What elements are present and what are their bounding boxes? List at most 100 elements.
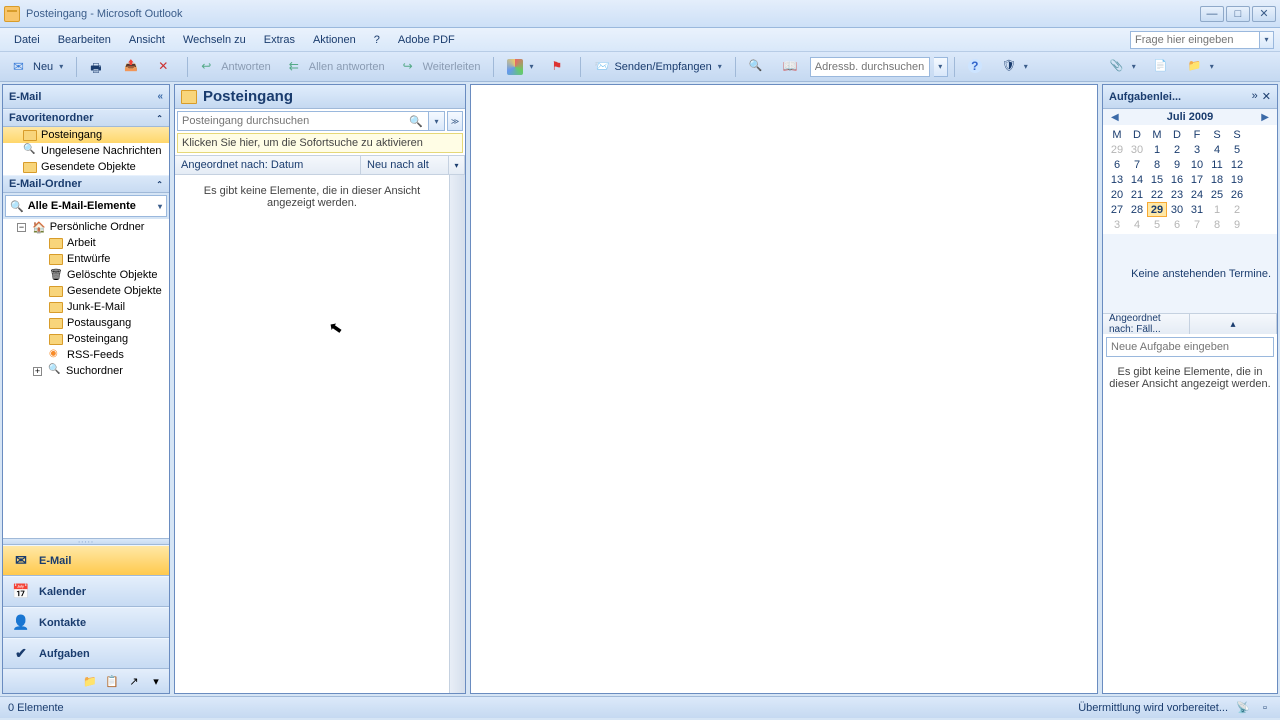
calendar-day[interactable]: 8 <box>1147 157 1167 172</box>
calendar-day[interactable]: 20 <box>1107 187 1127 202</box>
calendar-day[interactable]: 28 <box>1127 202 1147 217</box>
calendar-day[interactable]: 21 <box>1127 187 1147 202</box>
calendar-day[interactable]: 29 <box>1147 202 1167 217</box>
calendar-day[interactable]: 12 <box>1227 157 1247 172</box>
calendar-day[interactable]: 15 <box>1147 172 1167 187</box>
calendar-day[interactable]: 5 <box>1147 217 1167 232</box>
calendar-day[interactable]: 2 <box>1227 202 1247 217</box>
calendar-day[interactable]: 31 <box>1187 202 1207 217</box>
delete-button[interactable] <box>151 56 181 78</box>
calendar-day[interactable]: 3 <box>1187 142 1207 157</box>
menu-help[interactable]: ? <box>366 32 388 48</box>
search-scope-dropdown[interactable]: ▾ <box>429 111 445 131</box>
address-search-input[interactable] <box>810 57 930 77</box>
instant-search-banner[interactable]: Klicken Sie hier, um die Sofortsuche zu … <box>177 133 463 153</box>
next-month-button[interactable]: ▶ <box>1261 112 1269 123</box>
calendar-day[interactable]: 24 <box>1187 187 1207 202</box>
reply-all-button[interactable]: Allen antworten <box>282 56 392 78</box>
nav-mail-button[interactable]: ✉E-Mail <box>3 545 169 576</box>
calendar-day[interactable]: 1 <box>1207 202 1227 217</box>
help-button[interactable] <box>961 56 991 78</box>
menu-file[interactable]: Datei <box>6 32 48 48</box>
collapse-nav-button[interactable]: « <box>157 91 163 102</box>
folder-drafts[interactable]: Entwürfe <box>3 251 169 267</box>
calendar-day[interactable]: 10 <box>1187 157 1207 172</box>
menu-edit[interactable]: Bearbeiten <box>50 32 119 48</box>
forward-button[interactable]: Weiterleiten <box>396 56 488 78</box>
favorite-inbox[interactable]: Posteingang <box>3 127 169 143</box>
calendar-day[interactable]: 17 <box>1187 172 1207 187</box>
search-box[interactable]: 🔍 <box>177 111 429 131</box>
nav-splitter[interactable]: ∙∙∙∙∙ <box>3 538 169 545</box>
calendar-day[interactable]: 18 <box>1207 172 1227 187</box>
scrollbar[interactable] <box>449 175 465 693</box>
folder-rss[interactable]: RSS-Feeds <box>3 347 169 363</box>
move-button[interactable] <box>117 56 147 78</box>
todo-minimize-button[interactable]: » <box>1252 90 1258 103</box>
calendar-day[interactable]: 23 <box>1167 187 1187 202</box>
tree-expander[interactable]: + <box>33 367 42 376</box>
todo-close-button[interactable]: ✕ <box>1262 90 1271 103</box>
notes-shortcut[interactable]: 📁 <box>81 672 99 690</box>
sort-order-button[interactable]: Neu nach alt <box>361 156 449 174</box>
task-sort-options[interactable]: ▴ <box>1190 314 1277 334</box>
pdf-attach-button[interactable]: 📎▾ <box>1103 56 1143 78</box>
search-options-button[interactable]: ≫ <box>447 111 463 131</box>
task-sort-button[interactable]: Angeordnet nach: Fäll... <box>1103 314 1190 334</box>
calendar-day[interactable]: 6 <box>1107 157 1127 172</box>
favorite-sent[interactable]: Gesendete Objekte <box>3 159 169 175</box>
nav-contacts-button[interactable]: 👤Kontakte <box>3 607 169 638</box>
junk-button[interactable]: 🛡▾ <box>995 56 1035 78</box>
folder-work[interactable]: Arbeit <box>3 235 169 251</box>
calendar-day[interactable]: 7 <box>1187 217 1207 232</box>
calendar-day[interactable]: 19 <box>1227 172 1247 187</box>
calendar-day[interactable]: 6 <box>1167 217 1187 232</box>
folder-inbox[interactable]: Posteingang <box>3 331 169 347</box>
menu-actions[interactable]: Aktionen <box>305 32 364 48</box>
calendar-day[interactable]: 16 <box>1167 172 1187 187</box>
folder-junk[interactable]: Junk-E-Mail <box>3 299 169 315</box>
personal-folders[interactable]: −🏠Persönliche Ordner <box>3 219 169 235</box>
menu-adobe-pdf[interactable]: Adobe PDF <box>390 32 463 48</box>
calendar-day[interactable]: 2 <box>1167 142 1187 157</box>
send-receive-status-icon[interactable]: 📡 <box>1236 701 1250 715</box>
sort-by-button[interactable]: Angeordnet nach: Datum <box>175 156 361 174</box>
help-search-input[interactable] <box>1130 31 1260 49</box>
find-contact-button[interactable]: 🔍 <box>742 56 772 78</box>
calendar-day[interactable]: 22 <box>1147 187 1167 202</box>
folder-outbox[interactable]: Postausgang <box>3 315 169 331</box>
calendar-day[interactable]: 4 <box>1207 142 1227 157</box>
calendar-day[interactable]: 4 <box>1127 217 1147 232</box>
nav-calendar-button[interactable]: 📅Kalender <box>3 576 169 607</box>
tree-expander[interactable]: − <box>17 223 26 232</box>
favorites-header[interactable]: Favoritenordner ⌃ <box>3 109 169 127</box>
mail-folders-header[interactable]: E-Mail-Ordner ⌃ <box>3 175 169 193</box>
search-input[interactable] <box>182 115 408 127</box>
calendar-day[interactable]: 8 <box>1207 217 1227 232</box>
new-task-input[interactable] <box>1106 337 1274 357</box>
folder-deleted[interactable]: Gelöschte Objekte <box>3 267 169 283</box>
calendar-day[interactable]: 11 <box>1207 157 1227 172</box>
menu-extras[interactable]: Extras <box>256 32 303 48</box>
calendar-day[interactable]: 29 <box>1107 142 1127 157</box>
address-book-button[interactable] <box>776 56 806 78</box>
print-button[interactable] <box>83 56 113 78</box>
menu-view[interactable]: Ansicht <box>121 32 173 48</box>
prev-month-button[interactable]: ◀ <box>1111 112 1119 123</box>
pdf-folder-button[interactable]: 📁▾ <box>1181 56 1221 78</box>
folder-sent[interactable]: Gesendete Objekte <box>3 283 169 299</box>
new-button[interactable]: Neu▾ <box>6 56 70 78</box>
send-receive-button[interactable]: Senden/Empfangen▾ <box>587 56 728 78</box>
pdf-convert-button[interactable]: 📄 <box>1147 56 1177 78</box>
calendar-day[interactable]: 7 <box>1127 157 1147 172</box>
follow-up-button[interactable] <box>544 56 574 78</box>
calendar-day[interactable]: 5 <box>1227 142 1247 157</box>
calendar-day[interactable]: 9 <box>1167 157 1187 172</box>
address-search-dropdown[interactable]: ▾ <box>934 57 948 77</box>
calendar-day[interactable]: 30 <box>1167 202 1187 217</box>
calendar-day[interactable]: 3 <box>1107 217 1127 232</box>
all-mail-items-button[interactable]: 🔍 Alle E-Mail-Elemente ▾ <box>5 195 167 217</box>
folder-list-shortcut[interactable]: 📋 <box>103 672 121 690</box>
nav-tasks-button[interactable]: ✔Aufgaben <box>3 638 169 669</box>
calendar-day[interactable]: 14 <box>1127 172 1147 187</box>
